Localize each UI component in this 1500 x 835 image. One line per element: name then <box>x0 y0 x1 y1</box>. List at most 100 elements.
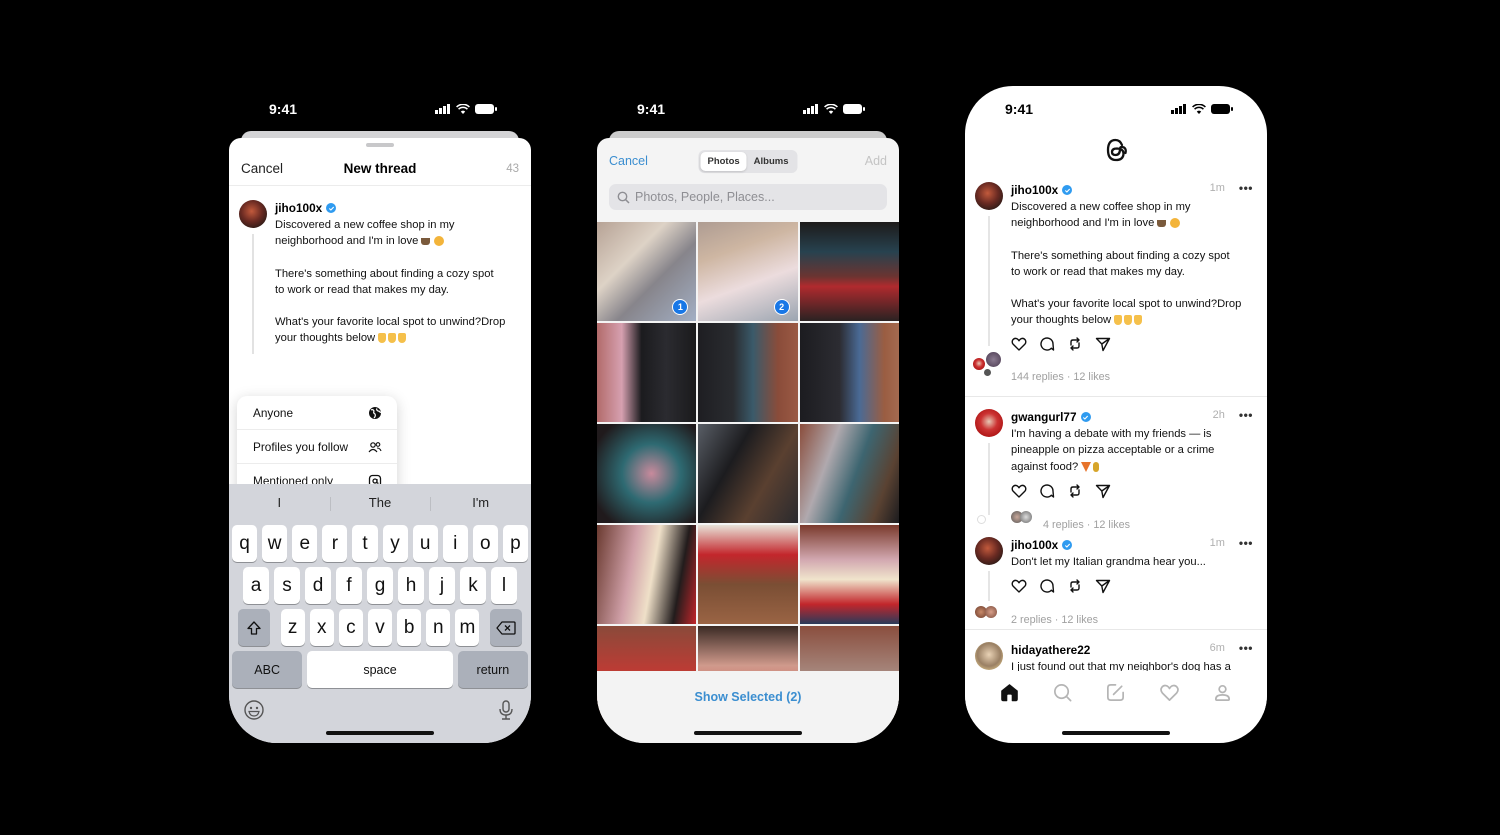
key[interactable]: k <box>460 567 486 604</box>
share-send-icon[interactable] <box>1095 483 1111 499</box>
delete-key[interactable] <box>490 609 522 646</box>
key[interactable]: b <box>397 609 422 646</box>
microphone-icon[interactable] <box>495 699 517 721</box>
more-options-icon[interactable]: ••• <box>1239 537 1253 549</box>
return-key[interactable]: return <box>457 651 528 688</box>
username[interactable]: gwangurl77 <box>1011 409 1077 425</box>
like-heart-icon[interactable] <box>1011 483 1027 499</box>
photo-thumbnail[interactable] <box>698 424 798 523</box>
picker-header: Cancel Photos Albums Add <box>597 149 899 173</box>
photo-thumbnail[interactable] <box>799 525 899 624</box>
heart-icon[interactable] <box>1159 682 1180 703</box>
sheet-grabber[interactable] <box>366 143 394 147</box>
suggestion[interactable]: I <box>229 495 330 510</box>
cancel-button[interactable]: Cancel <box>241 161 283 176</box>
key[interactable]: w <box>262 525 288 562</box>
key[interactable]: v <box>367 609 393 646</box>
post-stats[interactable]: 2 replies · 12 likes <box>1011 614 1098 626</box>
more-options-icon[interactable]: ••• <box>1239 409 1253 421</box>
photo-thumbnail[interactable] <box>799 222 899 321</box>
key[interactable]: n <box>426 609 451 646</box>
home-icon[interactable] <box>999 682 1020 703</box>
key[interactable]: l <box>491 567 517 604</box>
reply-comment-icon[interactable] <box>1039 578 1055 594</box>
search-input[interactable]: Photos, People, Places... <box>609 184 887 210</box>
post-stats[interactable]: 4 replies · 12 likes <box>1043 519 1130 531</box>
key[interactable]: o <box>472 525 498 562</box>
selection-badge: 2 <box>773 299 790 315</box>
key[interactable]: u <box>412 525 438 562</box>
repost-icon[interactable] <box>1067 336 1083 352</box>
username[interactable]: jiho100x <box>1011 537 1058 553</box>
feed: 1m ••• jiho100x Discovered a new coffee s… <box>965 182 1267 680</box>
add-button[interactable]: Add <box>865 154 887 168</box>
cancel-button[interactable]: Cancel <box>609 154 648 168</box>
compose-icon[interactable] <box>1105 682 1126 703</box>
photo-thumbnail[interactable] <box>799 323 899 422</box>
menu-item-anyone[interactable]: Anyone <box>237 396 397 430</box>
key[interactable]: t <box>352 525 378 562</box>
key[interactable]: c <box>338 609 363 646</box>
menu-item-profiles-you-follow[interactable]: Profiles you follow <box>237 430 397 464</box>
feed-post[interactable]: 1m ••• jiho100x Discovered a new coffee s… <box>965 182 1267 396</box>
key[interactable]: e <box>292 525 318 562</box>
key[interactable]: x <box>309 609 334 646</box>
photo-thumbnail[interactable] <box>799 424 899 523</box>
photo-thumbnail[interactable] <box>698 323 798 422</box>
key[interactable]: d <box>305 567 331 604</box>
key-row-2: a s d f g h j k l <box>229 567 531 604</box>
key[interactable]: i <box>442 525 468 562</box>
repost-icon[interactable] <box>1067 578 1083 594</box>
post-stats[interactable]: 144 replies · 12 likes <box>1011 371 1110 383</box>
key[interactable]: q <box>232 525 258 562</box>
feed-post[interactable]: 2h ••• gwangurl77 I'm having a debate wit… <box>965 397 1267 531</box>
more-options-icon[interactable]: ••• <box>1239 182 1253 194</box>
emoji-icon[interactable] <box>243 699 265 721</box>
key[interactable]: z <box>280 609 305 646</box>
share-send-icon[interactable] <box>1095 578 1111 594</box>
username[interactable]: jiho100x <box>1011 182 1058 198</box>
key[interactable]: y <box>382 525 408 562</box>
key[interactable]: j <box>429 567 455 604</box>
share-send-icon[interactable] <box>1095 336 1111 352</box>
photo-thumbnail[interactable]: 1 <box>597 222 697 321</box>
like-heart-icon[interactable] <box>1011 336 1027 352</box>
show-selected-button[interactable]: Show Selected (2) <box>695 690 802 743</box>
suggestion[interactable]: I'm <box>430 495 531 511</box>
tab-photos[interactable]: Photos <box>700 151 747 171</box>
profile-icon[interactable] <box>1212 682 1233 703</box>
reply-comment-icon[interactable] <box>1039 483 1055 499</box>
compose-text[interactable]: jiho100x Discovered a new coffee shop in… <box>275 200 521 346</box>
abc-key[interactable]: ABC <box>232 651 303 688</box>
avatar[interactable] <box>975 182 1003 210</box>
shift-key[interactable] <box>238 609 270 646</box>
key[interactable]: f <box>336 567 362 604</box>
key[interactable]: h <box>398 567 424 604</box>
key[interactable]: p <box>502 525 528 562</box>
key[interactable]: g <box>367 567 393 604</box>
space-key[interactable]: space <box>307 651 453 688</box>
key[interactable]: a <box>243 567 269 604</box>
pointing-down-emoji-icon <box>388 333 397 344</box>
post-actions <box>1011 336 1257 352</box>
key[interactable]: r <box>322 525 348 562</box>
repost-icon[interactable] <box>1067 483 1083 499</box>
photo-thumbnail[interactable] <box>597 323 697 422</box>
photo-thumbnail[interactable]: 2 <box>698 222 798 321</box>
reply-comment-icon[interactable] <box>1039 336 1055 352</box>
more-options-icon[interactable]: ••• <box>1239 642 1253 654</box>
avatar[interactable] <box>975 409 1003 437</box>
like-heart-icon[interactable] <box>1011 578 1027 594</box>
key[interactable]: s <box>274 567 300 604</box>
avatar[interactable] <box>975 537 1003 565</box>
photo-thumbnail[interactable] <box>698 525 798 624</box>
suggestion[interactable]: The <box>329 495 431 511</box>
username[interactable]: hidayathere22 <box>1011 642 1090 658</box>
photo-thumbnail[interactable] <box>597 525 697 624</box>
feed-post[interactable]: 1m ••• jiho100x Don't let my Italian gran… <box>965 531 1267 629</box>
search-icon[interactable] <box>1052 682 1073 703</box>
avatar[interactable] <box>975 642 1003 670</box>
key[interactable]: m <box>455 609 480 646</box>
photo-thumbnail[interactable] <box>597 424 697 523</box>
tab-albums[interactable]: Albums <box>747 152 796 171</box>
